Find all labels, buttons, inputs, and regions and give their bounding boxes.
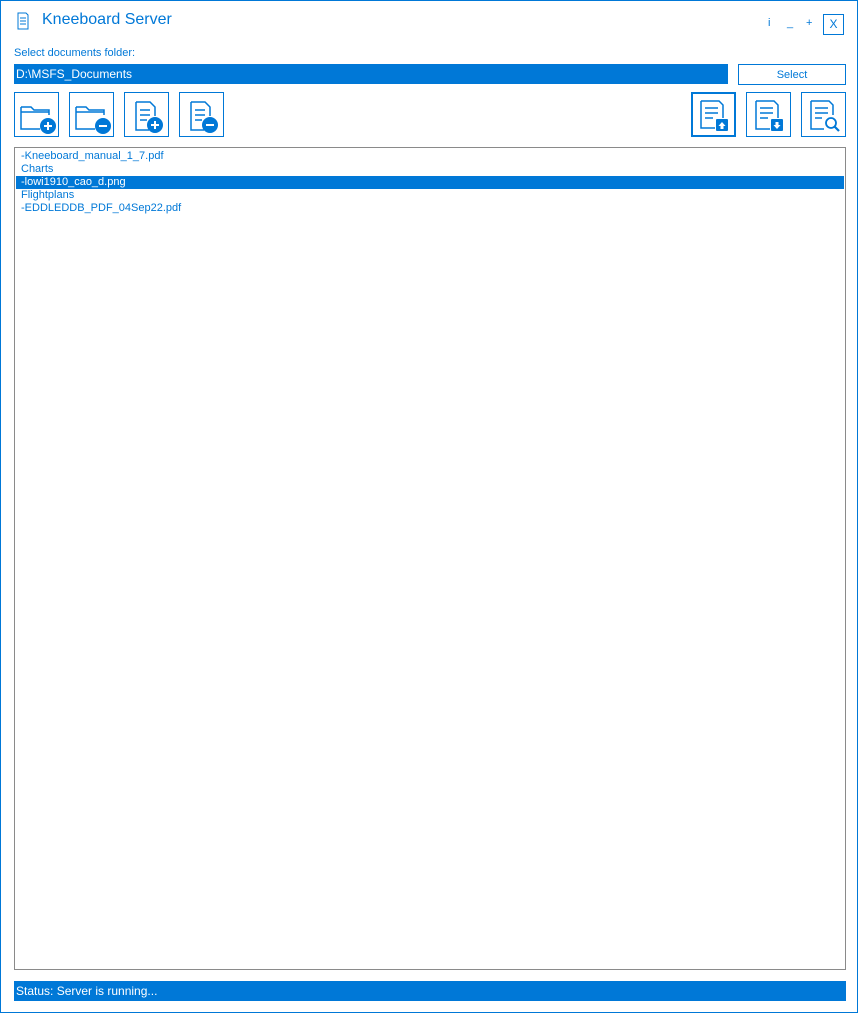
info-button[interactable]: i <box>768 17 770 29</box>
search-document-button[interactable] <box>801 92 846 137</box>
add-folder-button[interactable] <box>14 92 59 137</box>
document-icon <box>17 12 29 30</box>
document-remove-icon <box>190 101 218 133</box>
folder-label: Select documents folder: <box>14 47 136 59</box>
minimize-button[interactable]: _ <box>787 17 793 29</box>
app-window: Kneeboard Server i _ + X Select document… <box>0 0 858 1013</box>
download-document-button[interactable] <box>746 92 791 137</box>
document-list[interactable]: -Kneeboard_manual_1_7.pdf Charts -lowi19… <box>14 147 846 970</box>
document-upload-icon <box>700 100 728 131</box>
document-search-icon <box>810 100 840 132</box>
window-title: Kneeboard Server <box>42 11 172 28</box>
select-folder-button[interactable]: Select <box>738 64 846 85</box>
list-item[interactable]: Charts <box>16 163 844 176</box>
document-add-icon <box>135 101 163 133</box>
add-document-button[interactable] <box>124 92 169 137</box>
folder-path-input[interactable] <box>14 64 728 84</box>
document-download-icon <box>755 100 783 131</box>
status-bar: Status: Server is running... <box>14 981 846 1001</box>
remove-folder-button[interactable] <box>69 92 114 137</box>
list-item[interactable]: -Kneeboard_manual_1_7.pdf <box>16 150 844 163</box>
list-item[interactable]: Flightplans <box>16 189 844 202</box>
close-button[interactable]: X <box>823 14 844 35</box>
list-item-selected[interactable]: -lowi1910_cao_d.png <box>16 176 844 189</box>
list-item[interactable]: -EDDLEDDB_PDF_04Sep22.pdf <box>16 202 844 215</box>
upload-document-button[interactable] <box>691 92 736 137</box>
maximize-button[interactable]: + <box>806 17 812 29</box>
folder-add-icon <box>20 106 56 134</box>
remove-document-button[interactable] <box>179 92 224 137</box>
folder-remove-icon <box>75 106 111 134</box>
